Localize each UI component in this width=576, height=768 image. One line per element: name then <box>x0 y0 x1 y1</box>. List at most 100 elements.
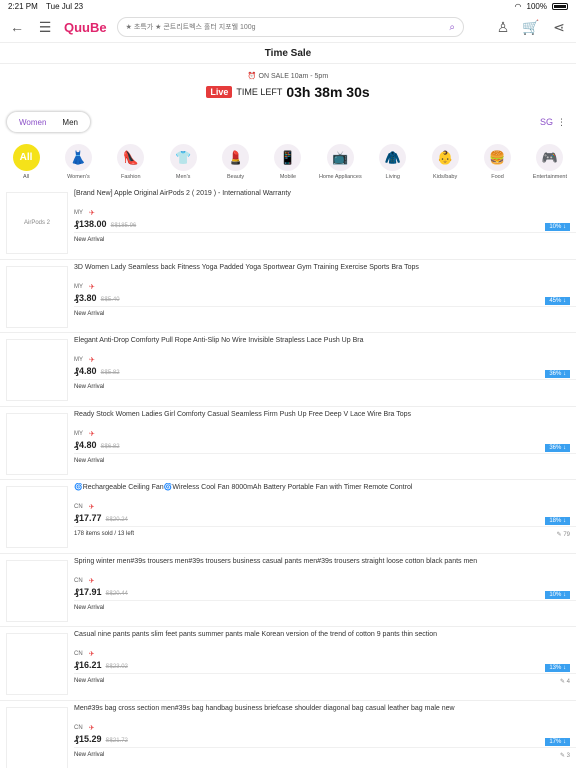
view-count: 3 <box>566 752 570 759</box>
product-image[interactable] <box>6 633 68 695</box>
on-sale-text: ON SALE 10am - 5pm <box>258 73 329 80</box>
item-status: New Arrival <box>74 457 105 464</box>
old-price: S$6.82 <box>100 443 120 450</box>
category-item[interactable]: 📺 Home Appliances <box>319 144 362 180</box>
search-input[interactable]: ★ 초특가 ★ 콘트리트벡스 홀터 지포웰 100g <box>126 22 450 32</box>
tab-women[interactable]: Women <box>13 118 52 127</box>
top-bar: ← ☰ QuuBe ★ 초특가 ★ 콘트리트벡스 홀터 지포웰 100g ⌕ ♙… <box>0 12 576 42</box>
category-icon: 🎮 <box>536 144 564 171</box>
category-label: Living <box>385 174 400 180</box>
product-image[interactable] <box>6 339 68 401</box>
divider <box>74 379 576 380</box>
product-name[interactable]: Spring winter men#39s trousers men#39s t… <box>74 557 570 573</box>
discount-badge: 13% ↓ <box>545 664 570 672</box>
origin-code: MY <box>74 283 83 290</box>
origin-code: MY <box>74 430 83 437</box>
tab-men[interactable]: Men <box>56 118 84 127</box>
product-name[interactable]: [Brand New] Apple Original AirPods 2 ( 2… <box>74 189 570 205</box>
category-item[interactable]: 🎮 Entertainment <box>530 144 570 180</box>
product-image[interactable] <box>6 486 68 548</box>
list-item[interactable]: Casual nine pants pants slim feet pants … <box>0 627 576 701</box>
category-item[interactable]: All All <box>6 144 46 180</box>
back-icon[interactable]: ← <box>8 18 26 36</box>
product-name[interactable]: Ready Stock Women Ladies Girl Comforty C… <box>74 410 570 426</box>
product-name[interactable]: 3D Women Lady Seamless back Fitness Yoga… <box>74 263 570 279</box>
region-code: SG <box>539 117 553 127</box>
search-bar[interactable]: ★ 초특가 ★ 콘트리트벡스 홀터 지포웰 100g ⌕ <box>116 17 464 37</box>
discount-badge: 10% ↓ <box>545 590 570 599</box>
item-status: New Arrival <box>74 751 105 758</box>
item-status: New Arrival <box>74 384 105 390</box>
price: ₰15.29 <box>74 733 102 744</box>
product-image[interactable] <box>6 559 68 622</box>
divider <box>74 599 576 601</box>
list-item[interactable]: AirPods 2 [Brand New] Apple Original Air… <box>0 186 576 260</box>
list-item[interactable]: 3D Women Lady Seamless back Fitness Yoga… <box>0 260 576 333</box>
discount-badge: 17% ↓ <box>545 737 570 746</box>
product-image[interactable] <box>6 706 68 768</box>
origin-code: CN <box>74 577 83 584</box>
list-item[interactable]: Men#39s bag cross section men#39s bag ha… <box>0 701 576 768</box>
airplane-icon: ✈ <box>89 357 95 364</box>
divider <box>74 232 576 233</box>
product-list: AirPods 2 [Brand New] Apple Original Air… <box>0 186 576 768</box>
cart-icon[interactable]: 🛒 <box>522 18 540 36</box>
logo[interactable]: QuuBe <box>64 20 107 35</box>
price: ₰4.80 <box>74 439 97 450</box>
list-item[interactable]: Spring winter men#39s trousers men#39s t… <box>0 554 576 627</box>
category-item[interactable]: 📱 Mobile <box>268 144 308 180</box>
category-icon: 👗 <box>64 144 92 171</box>
product-name[interactable]: Men#39s bag cross section men#39s bag ha… <box>74 704 570 720</box>
divider <box>74 305 576 307</box>
product-image[interactable] <box>6 265 68 328</box>
region-selector[interactable]: SG ⋮ <box>540 117 566 128</box>
category-bar: All All 👗 Women's 👠 Fashion 👕 Men's 💄 Beauty… <box>0 144 576 180</box>
status-time: 2:21 PM <box>8 1 38 11</box>
filter-row: Women Men SG ⋮ <box>0 110 576 134</box>
airplane-icon: ✈ <box>88 724 95 732</box>
old-price: S$21.72 <box>105 737 128 744</box>
origin-code: MY <box>74 210 83 216</box>
product-image[interactable] <box>6 412 68 475</box>
category-icon: 🍔 <box>484 144 512 171</box>
view-count: 4 <box>566 679 570 685</box>
status-date: Tue Jul 23 <box>46 1 84 11</box>
menu-icon[interactable]: ☰ <box>36 18 54 36</box>
category-item[interactable]: 💄 Beauty <box>216 144 256 180</box>
category-item[interactable]: 👗 Women's <box>58 144 98 180</box>
category-item[interactable]: 🧥 Living <box>373 144 413 180</box>
account-icon[interactable]: ♙ <box>494 18 512 36</box>
alarm-icon: ⏰ <box>247 73 257 80</box>
list-item[interactable]: Elegant Anti-Drop Comforty Pull Rope Ant… <box>0 333 576 407</box>
views: ✎ 79 <box>556 532 570 538</box>
product-name[interactable]: Elegant Anti-Drop Comforty Pull Rope Ant… <box>74 336 570 352</box>
category-label: Kids/baby <box>433 174 458 180</box>
views: ✎ 4 <box>559 679 570 685</box>
discount-badge: 10% ↓ <box>545 223 570 231</box>
product-name[interactable]: 🌀Rechargeable Ceiling Fan🌀Wireless Cool … <box>74 483 570 499</box>
divider <box>74 452 576 454</box>
discount-badge: 36% ↓ <box>545 370 570 378</box>
category-item[interactable]: 👠 Fashion <box>111 144 151 180</box>
category-item[interactable]: 👶 Kids/baby <box>425 144 465 180</box>
category-label: Food <box>491 174 504 180</box>
category-item[interactable]: 🍔 Food <box>478 144 518 180</box>
product-image[interactable]: AirPods 2 <box>6 192 68 254</box>
search-icon[interactable]: ⌕ <box>449 22 455 33</box>
airplane-icon: ✈ <box>89 430 95 438</box>
status-bar: 2:21 PM Tue Jul 23 ◠ 100% <box>0 0 576 12</box>
discount-badge: 18% ↓ <box>545 517 570 525</box>
share-icon[interactable]: ⋖ <box>550 18 568 36</box>
category-item[interactable]: 👕 Men's <box>163 144 203 180</box>
list-item[interactable]: 🌀Rechargeable Ceiling Fan🌀Wireless Cool … <box>0 480 576 554</box>
item-status: New Arrival <box>74 237 105 243</box>
list-item[interactable]: Ready Stock Women Ladies Girl Comforty C… <box>0 407 576 480</box>
item-status: New Arrival <box>74 310 105 317</box>
airplane-icon: ✈ <box>89 210 95 217</box>
origin-code: MY <box>74 357 83 363</box>
category-label: Mobile <box>279 174 297 180</box>
product-name[interactable]: Casual nine pants pants slim feet pants … <box>74 630 570 646</box>
old-price: S$5.40 <box>100 296 120 303</box>
more-icon[interactable]: ⋮ <box>557 117 566 128</box>
price: ₰16.21 <box>74 660 102 670</box>
